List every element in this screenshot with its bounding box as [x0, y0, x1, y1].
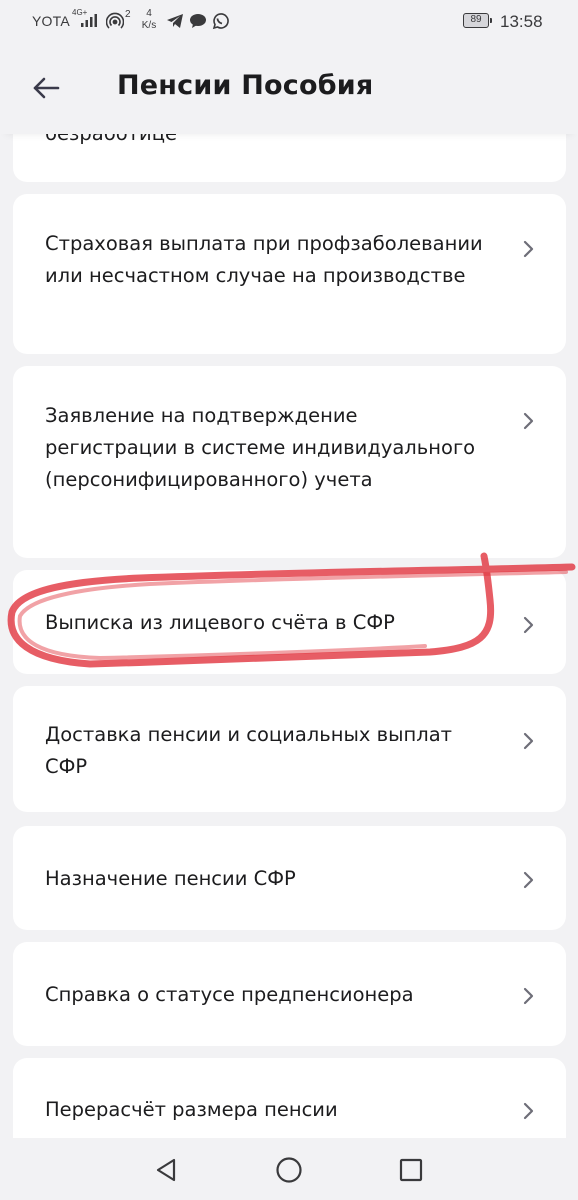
page-title: Пенсии Пособия — [117, 70, 374, 101]
signal-icon — [80, 13, 100, 31]
nav-recents-button[interactable] — [393, 1152, 429, 1188]
service-label: Доставка пенсии и социальных выплат СФР — [45, 723, 453, 778]
service-label: Заявление на подтверждение регистрации в… — [45, 404, 476, 491]
carrier-name: YOTA — [32, 13, 70, 29]
hotspot-count: 2 — [125, 9, 131, 20]
back-button[interactable] — [26, 70, 66, 106]
circle-home-icon — [276, 1157, 302, 1183]
status-bar: YOTA 4G+ 2 4 K/s 89 13:58 — [0, 0, 578, 44]
arrow-left-icon — [33, 77, 60, 99]
triangle-back-icon — [156, 1158, 176, 1182]
app-header: Пенсии Пособия — [0, 44, 578, 134]
service-label: Перерасчёт размера пенсии — [45, 1098, 338, 1121]
telegram-icon — [166, 13, 184, 33]
network-speed: 4 K/s — [138, 8, 160, 32]
service-label: Страховая выплата при профзаболевании ил… — [45, 232, 483, 287]
chevron-right-icon — [523, 616, 534, 634]
chat-bubble-icon — [189, 13, 207, 33]
square-recents-icon — [399, 1158, 423, 1182]
service-label: Выписка из лицевого счёта в СФР — [45, 611, 395, 634]
service-label: Справка о статусе предпенсионера — [45, 983, 414, 1006]
service-card-pension-delivery[interactable]: Доставка пенсии и социальных выплат СФР — [13, 686, 566, 812]
service-label: Назначение пенсии СФР — [45, 867, 296, 890]
chevron-right-icon — [523, 240, 534, 258]
nav-back-button[interactable] — [148, 1152, 184, 1188]
chevron-right-icon — [523, 732, 534, 750]
nav-home-button[interactable] — [271, 1152, 307, 1188]
service-card-pension-assignment[interactable]: Назначение пенсии СФР — [13, 826, 566, 930]
service-card-pre-pensioner-status[interactable]: Справка о статусе предпенсионера — [13, 942, 566, 1046]
chevron-right-icon — [523, 987, 534, 1005]
speed-value: 4 — [146, 8, 152, 19]
whatsapp-icon — [211, 12, 229, 34]
service-card-account-statement[interactable]: Выписка из лицевого счёта в СФР — [13, 570, 566, 674]
battery-indicator: 89 — [463, 13, 492, 28]
service-card-registration-confirmation[interactable]: Заявление на подтверждение регистрации в… — [13, 366, 566, 558]
speed-unit: K/s — [141, 20, 157, 31]
system-navigation-bar — [0, 1138, 578, 1200]
service-card-insurance-payment[interactable]: Страховая выплата при профзаболевании ил… — [13, 194, 566, 354]
chevron-right-icon — [523, 871, 534, 889]
clock: 13:58 — [500, 12, 543, 31]
chevron-right-icon — [523, 412, 534, 430]
chevron-right-icon — [523, 1102, 534, 1120]
hotspot-icon — [105, 12, 125, 34]
